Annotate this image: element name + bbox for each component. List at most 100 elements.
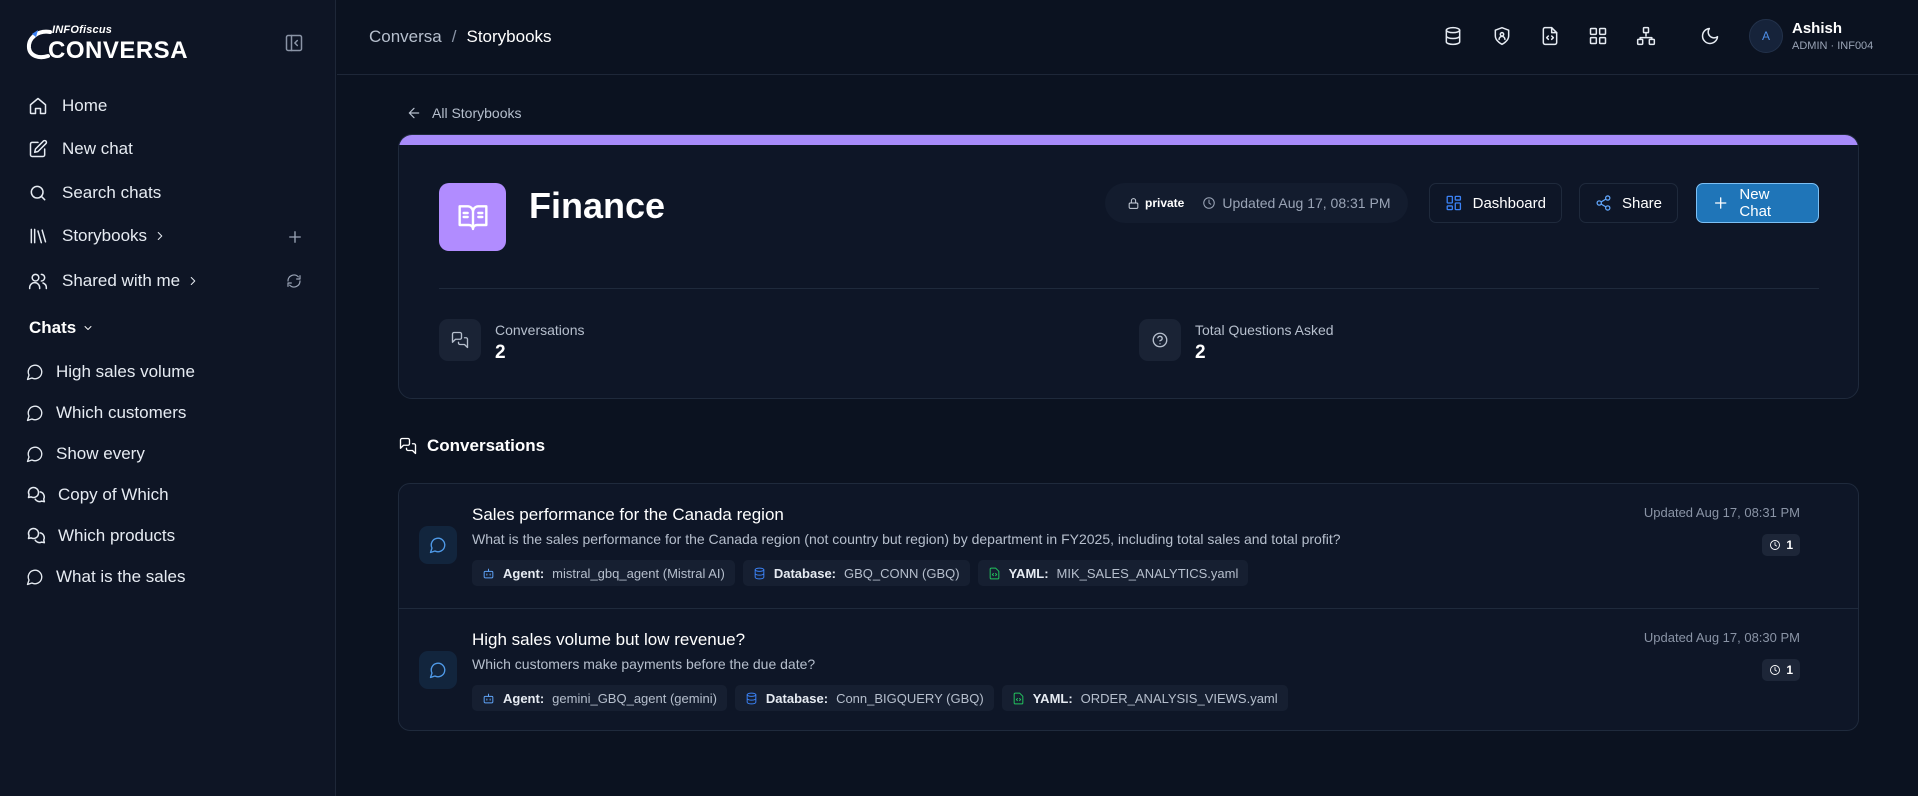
agent-chip: Agent: mistral_gbq_agent (Mistral AI) — [472, 560, 735, 586]
page-title: Finance — [529, 185, 666, 226]
file-code-icon[interactable] — [1540, 26, 1560, 46]
user-menu[interactable]: A Ashish ADMIN · INF004 — [1749, 19, 1873, 53]
share-button-label: Share — [1621, 194, 1662, 212]
message-circle-icon — [429, 662, 446, 679]
network-icon[interactable] — [1636, 26, 1656, 46]
badge-count: 1 — [1786, 663, 1793, 677]
shield-user-icon[interactable] — [1492, 26, 1512, 46]
brand-logo[interactable]: INFOfiscus CONVERSA — [24, 24, 204, 64]
chat-item[interactable]: Show every — [26, 444, 145, 464]
agent-chip: Agent: gemini_GBQ_agent (gemini) — [472, 685, 727, 711]
brand-top-text: INFOfiscus — [52, 24, 113, 36]
chip-value: MIK_SALES_ANALYTICS.yaml — [1056, 565, 1239, 581]
home-icon — [29, 97, 47, 115]
plus-icon — [1714, 197, 1727, 209]
message-circle-icon — [26, 364, 43, 381]
conversation-list: Sales performance for the Canada region … — [398, 483, 1859, 731]
sidebar-item-new-chat[interactable]: New chat — [28, 139, 133, 159]
search-icon — [30, 185, 46, 201]
chevron-down-icon — [84, 326, 92, 330]
dashboard-button-label: Dashboard — [1472, 194, 1546, 212]
conversation-tags: Agent: mistral_gbq_agent (Mistral AI) Da… — [472, 560, 1249, 586]
chat-item-label: Which customers — [56, 403, 187, 422]
refresh-icon[interactable] — [286, 273, 302, 289]
visibility-badge: private — [1145, 196, 1185, 210]
help-circle-icon — [1152, 332, 1168, 348]
conversation-row[interactable]: High sales volume but low revenue? Which… — [399, 608, 1858, 730]
chevron-right-icon — [157, 231, 163, 241]
breadcrumb: Conversa / Storybooks — [369, 27, 552, 47]
chip-value: Conn_BIGQUERY (GBQ) — [836, 690, 984, 706]
question-count-badge: 1 — [1762, 534, 1800, 556]
share-icon — [1596, 195, 1611, 211]
share-button[interactable]: Share — [1579, 183, 1678, 223]
database-icon — [746, 692, 757, 704]
conversations-heading: Conversations — [399, 436, 545, 456]
storybook-header-card: Finance private Updated Aug 17, 08:31 PM… — [398, 134, 1859, 399]
database-icon[interactable] — [1443, 26, 1463, 46]
database-chip: Database: Conn_BIGQUERY (GBQ) — [734, 685, 994, 711]
database-chip: Database: GBQ_CONN (GBQ) — [742, 560, 970, 586]
stat-value: 2 — [1195, 342, 1206, 363]
help-circle-icon — [1770, 540, 1781, 550]
chat-item-label: Copy of Which — [58, 485, 169, 504]
breadcrumb-root[interactable]: Conversa — [369, 27, 442, 47]
chat-item-label: Which products — [58, 526, 176, 545]
chip-key: Database: — [773, 565, 836, 581]
sidebar-item-label: Shared with me — [62, 271, 181, 290]
chip-value: GBQ_CONN (GBQ) — [844, 565, 960, 581]
sidebar-item-storybooks[interactable]: Storybooks — [28, 226, 167, 246]
messages-square-icon — [399, 437, 417, 455]
divider — [439, 288, 1819, 289]
badge-count: 1 — [1786, 538, 1793, 552]
conversation-icon-tile — [419, 651, 457, 689]
chat-item[interactable]: Copy of Which — [26, 485, 169, 505]
arrow-left-icon — [408, 107, 420, 119]
layout-grid-icon[interactable] — [1588, 26, 1608, 46]
brand-main-text: CONVERSA — [48, 37, 189, 64]
file-code-icon — [989, 567, 999, 579]
accent-band — [399, 135, 1858, 145]
breadcrumb-current: Storybooks — [466, 27, 552, 46]
stat-label: Total Questions Asked — [1195, 322, 1334, 338]
sidebar-item-search-chats[interactable]: Search chats — [28, 183, 161, 203]
sidebar-item-home[interactable]: Home — [28, 96, 107, 116]
conversation-title[interactable]: Sales performance for the Canada region — [472, 505, 784, 525]
sidebar-item-shared-with-me[interactable]: Shared with me — [28, 271, 200, 291]
user-name: Ashish — [1792, 20, 1843, 37]
conversation-title[interactable]: High sales volume but low revenue? — [472, 630, 745, 650]
chat-item[interactable]: Which customers — [26, 403, 186, 423]
moon-icon[interactable] — [1700, 26, 1720, 46]
chip-value: gemini_GBQ_agent (gemini) — [552, 690, 717, 706]
yaml-chip: YAML: MIK_SALES_ANALYTICS.yaml — [977, 560, 1249, 586]
chats-section-toggle[interactable]: Chats — [29, 318, 94, 338]
message-circle-icon — [429, 537, 446, 554]
stat-label: Conversations — [495, 322, 585, 338]
topbar: Conversa / Storybooks A Ashish ADMIN · I… — [337, 0, 1918, 75]
chat-item[interactable]: High sales volume — [26, 362, 195, 382]
breadcrumb-separator: / — [451, 27, 457, 46]
sidebar-item-label: Search chats — [62, 183, 162, 202]
conversation-row[interactable]: Sales performance for the Canada region … — [399, 484, 1858, 608]
messages-icon — [27, 486, 46, 503]
chat-item[interactable]: Which products — [26, 526, 175, 546]
users-icon — [28, 273, 48, 290]
add-storybook-icon[interactable] — [286, 228, 304, 246]
stat-icon — [1139, 319, 1181, 361]
storybook-icon-tile — [439, 183, 506, 251]
conversation-tags: Agent: gemini_GBQ_agent (gemini) Databas… — [472, 685, 1288, 711]
message-circle-icon — [26, 405, 43, 422]
new-chat-button-label: New Chat — [1739, 186, 1772, 220]
database-icon — [754, 567, 765, 579]
section-title: Conversations — [427, 436, 546, 455]
sidebar-collapse-icon[interactable] — [284, 33, 304, 53]
new-chat-button[interactable]: New Chat — [1696, 183, 1819, 223]
dashboard-button[interactable]: Dashboard — [1429, 183, 1562, 223]
sidebar-item-label: Home — [62, 96, 108, 115]
chat-item[interactable]: What is the sales — [26, 567, 185, 587]
sidebar-item-label: New chat — [62, 139, 133, 158]
back-to-storybooks-link[interactable]: All Storybooks — [406, 105, 521, 121]
edit-icon — [29, 139, 48, 158]
message-circle-icon — [26, 446, 43, 463]
book-open-icon — [457, 205, 488, 231]
